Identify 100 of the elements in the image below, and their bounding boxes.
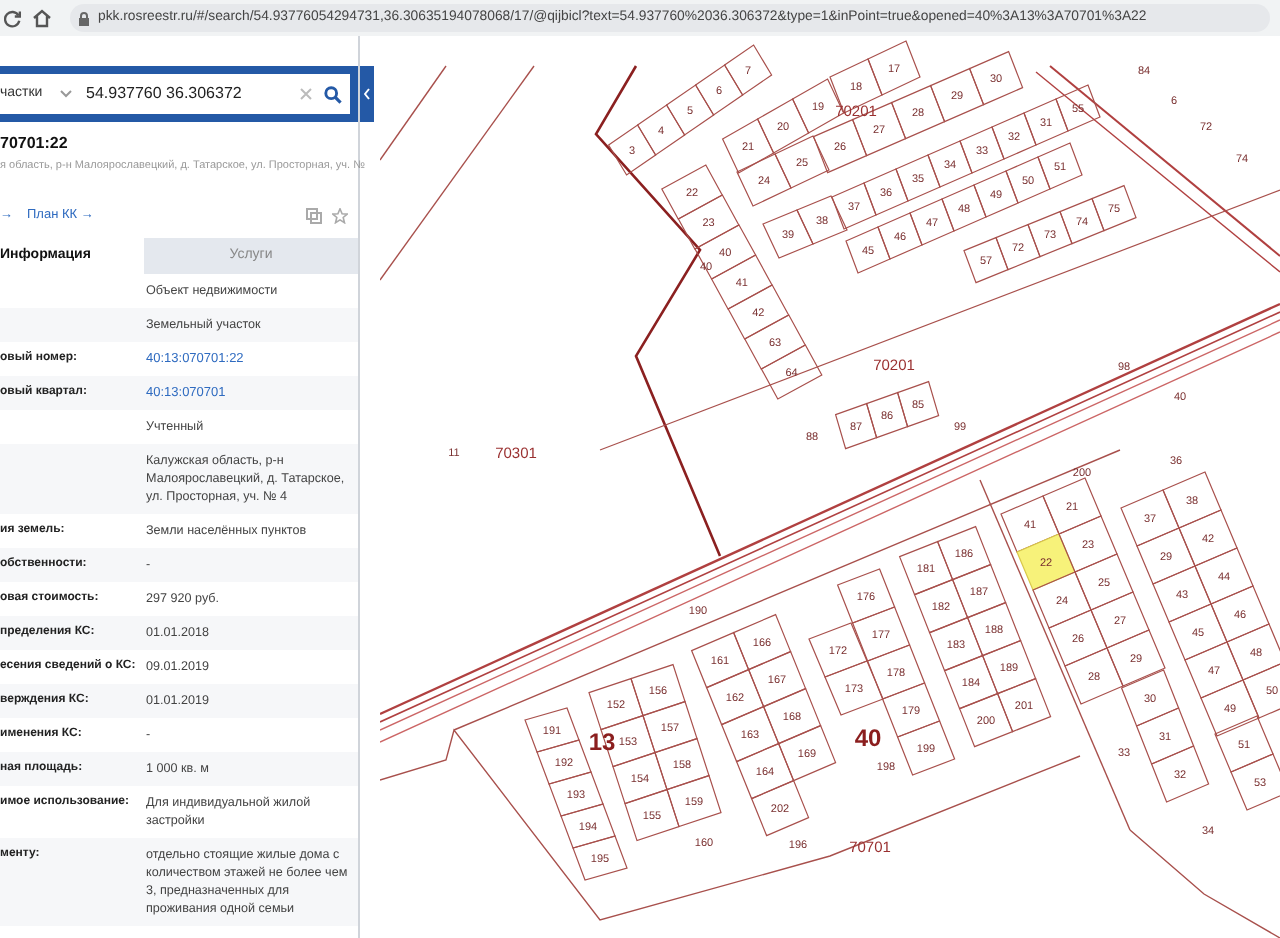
land-plot[interactable] — [1042, 477, 1102, 535]
land-plot[interactable] — [744, 314, 806, 370]
land-plot[interactable] — [1091, 184, 1137, 232]
land-plot[interactable] — [812, 118, 868, 174]
land-plot[interactable] — [694, 224, 757, 280]
land-plot[interactable] — [666, 774, 722, 828]
land-plot[interactable] — [572, 835, 628, 881]
land-plot[interactable] — [808, 622, 868, 678]
land-plot[interactable] — [1162, 471, 1222, 529]
land-plot[interactable] — [928, 616, 984, 672]
land-plot[interactable] — [895, 154, 941, 202]
land-plot[interactable] — [898, 540, 954, 596]
land-plot[interactable] — [913, 578, 969, 634]
land-plot[interactable] — [981, 639, 1037, 695]
land-plot[interactable] — [1120, 669, 1180, 727]
land-plot[interactable] — [760, 344, 823, 400]
land-plot[interactable] — [1150, 745, 1210, 803]
land-plot[interactable] — [1106, 629, 1166, 687]
land-plot[interactable] — [1226, 623, 1280, 681]
refresh-icon[interactable] — [4, 9, 22, 27]
land-plot[interactable] — [536, 739, 592, 785]
land-plot[interactable] — [1090, 591, 1150, 649]
land-plot[interactable] — [732, 613, 792, 671]
land-plot[interactable] — [677, 194, 740, 250]
land-plot[interactable] — [777, 724, 837, 782]
land-plot[interactable] — [762, 687, 822, 745]
land-plot[interactable] — [865, 391, 909, 439]
land-plot[interactable] — [1214, 715, 1274, 773]
land-plot[interactable] — [756, 98, 810, 154]
land-plot[interactable] — [774, 135, 830, 189]
land-plot[interactable] — [1178, 509, 1238, 567]
land-plot[interactable] — [607, 124, 657, 176]
land-plot[interactable] — [661, 164, 723, 220]
land-plot[interactable] — [624, 788, 680, 842]
star-icon[interactable] — [332, 208, 348, 225]
land-plot[interactable] — [927, 140, 973, 188]
land-plot[interactable] — [747, 650, 807, 708]
land-plot[interactable] — [845, 226, 891, 274]
land-plot[interactable] — [548, 771, 604, 817]
land-plot[interactable] — [727, 284, 790, 340]
land-plot[interactable] — [636, 104, 686, 156]
land-plot[interactable] — [1135, 707, 1195, 765]
land-plot[interactable] — [824, 660, 884, 716]
land-plot[interactable] — [710, 254, 773, 310]
land-plot[interactable] — [968, 50, 1024, 106]
land-plot[interactable] — [867, 40, 921, 96]
land-plot[interactable] — [866, 644, 926, 700]
land-plot[interactable] — [836, 568, 896, 624]
selected-land-plot[interactable] — [1016, 533, 1076, 591]
land-plot[interactable] — [1005, 156, 1051, 204]
land-plot[interactable] — [762, 209, 814, 259]
land-plot[interactable] — [834, 402, 878, 450]
land-plot[interactable] — [1023, 98, 1069, 146]
land-plot[interactable] — [721, 118, 775, 174]
land-plot[interactable] — [665, 84, 715, 136]
land-plot[interactable] — [963, 236, 1009, 284]
land-plot[interactable] — [896, 380, 940, 428]
land-plot[interactable] — [890, 84, 946, 140]
land-plot[interactable] — [1037, 142, 1083, 190]
land-plot[interactable] — [1194, 547, 1254, 605]
land-plot[interactable] — [877, 212, 923, 260]
search-icon[interactable] — [324, 85, 342, 103]
land-plot[interactable] — [936, 525, 992, 581]
collapse-panel-button[interactable] — [360, 66, 374, 122]
land-plot[interactable] — [929, 67, 985, 123]
land-plot[interactable] — [560, 803, 616, 849]
land-plot[interactable] — [909, 198, 955, 246]
land-plot[interactable] — [630, 663, 686, 717]
land-plot[interactable] — [1200, 679, 1260, 737]
land-plot[interactable] — [991, 112, 1037, 160]
land-plot[interactable] — [959, 126, 1005, 174]
land-plot[interactable] — [750, 779, 810, 837]
land-plot[interactable] — [1074, 553, 1134, 611]
land-plot[interactable] — [973, 170, 1019, 218]
land-plot[interactable] — [896, 720, 956, 776]
land-plot[interactable] — [1027, 210, 1073, 258]
land-plot[interactable] — [1230, 753, 1280, 811]
land-plot[interactable] — [881, 682, 941, 738]
land-plot[interactable] — [736, 153, 792, 207]
land-plot[interactable] — [996, 677, 1052, 733]
land-plot[interactable] — [796, 195, 848, 245]
land-plot[interactable] — [995, 223, 1041, 271]
land-plot[interactable] — [941, 184, 987, 232]
land-plot[interactable] — [863, 168, 909, 216]
land-plot[interactable] — [723, 44, 773, 96]
land-plot[interactable] — [1055, 84, 1101, 132]
land-plot[interactable] — [851, 606, 911, 662]
land-plot[interactable] — [1058, 515, 1118, 573]
land-plot[interactable] — [1210, 585, 1270, 643]
land-plot[interactable] — [654, 737, 710, 791]
land-plot[interactable] — [966, 601, 1022, 657]
land-plot[interactable] — [1064, 647, 1124, 705]
land-plot[interactable] — [1059, 197, 1105, 245]
land-plot[interactable] — [694, 64, 744, 116]
land-plot[interactable] — [831, 182, 877, 230]
land-plot[interactable] — [958, 692, 1014, 748]
land-plot[interactable] — [1242, 661, 1280, 719]
land-plot[interactable] — [642, 700, 698, 754]
land-plot[interactable] — [943, 654, 999, 710]
land-plot[interactable] — [951, 563, 1007, 619]
